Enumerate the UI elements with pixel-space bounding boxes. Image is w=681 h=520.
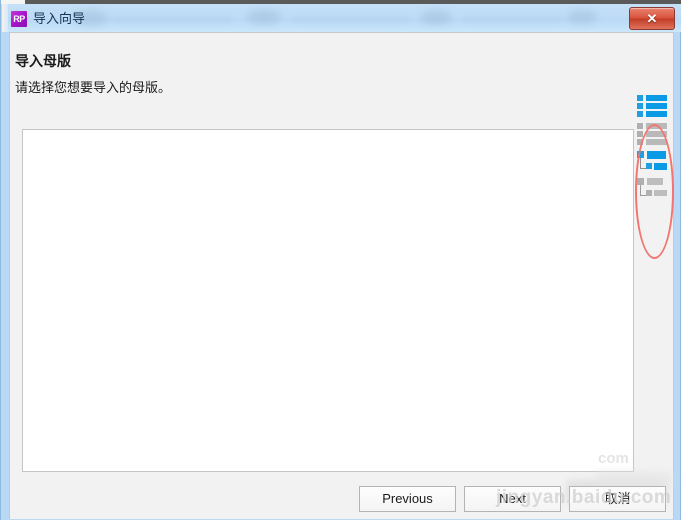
title-bar[interactable]: RP 导入向导 ✕ [2, 4, 681, 32]
title-bar-left-edge [2, 4, 8, 32]
page-title: 导入母版 [15, 53, 71, 69]
tree-view-active-icon[interactable] [637, 150, 669, 174]
titlebar-watermark-smudge [247, 9, 281, 25]
cancel-button[interactable]: 取消 [569, 486, 666, 512]
titlebar-watermark-band [292, 16, 410, 23]
view-mode-toolbar [634, 92, 674, 232]
titlebar-watermark-smudge [567, 10, 597, 24]
next-button[interactable]: Next [464, 486, 561, 512]
close-button[interactable]: ✕ [629, 7, 675, 30]
close-icon: ✕ [646, 11, 658, 26]
titlebar-watermark-band [112, 16, 232, 23]
list-view-large-inactive-icon[interactable] [637, 122, 669, 146]
tree-view-inactive-icon[interactable] [637, 177, 669, 201]
app-icon-rp: RP [11, 11, 27, 27]
page-subtitle: 请选择您想要导入的母版。 [15, 80, 172, 95]
window-title: 导入向导 [33, 11, 86, 26]
import-wizard-window: RP 导入向导 ✕ 导入母版 请选择您想要导入的母版。 com Previous… [0, 0, 681, 520]
list-view-large-active-icon[interactable] [637, 94, 669, 118]
dialog-body: 导入母版 请选择您想要导入的母版。 [9, 32, 674, 519]
titlebar-watermark-smudge [420, 10, 452, 25]
master-list-panel[interactable] [22, 129, 634, 472]
previous-button[interactable]: Previous [359, 486, 456, 512]
titlebar-watermark-band [462, 16, 562, 23]
